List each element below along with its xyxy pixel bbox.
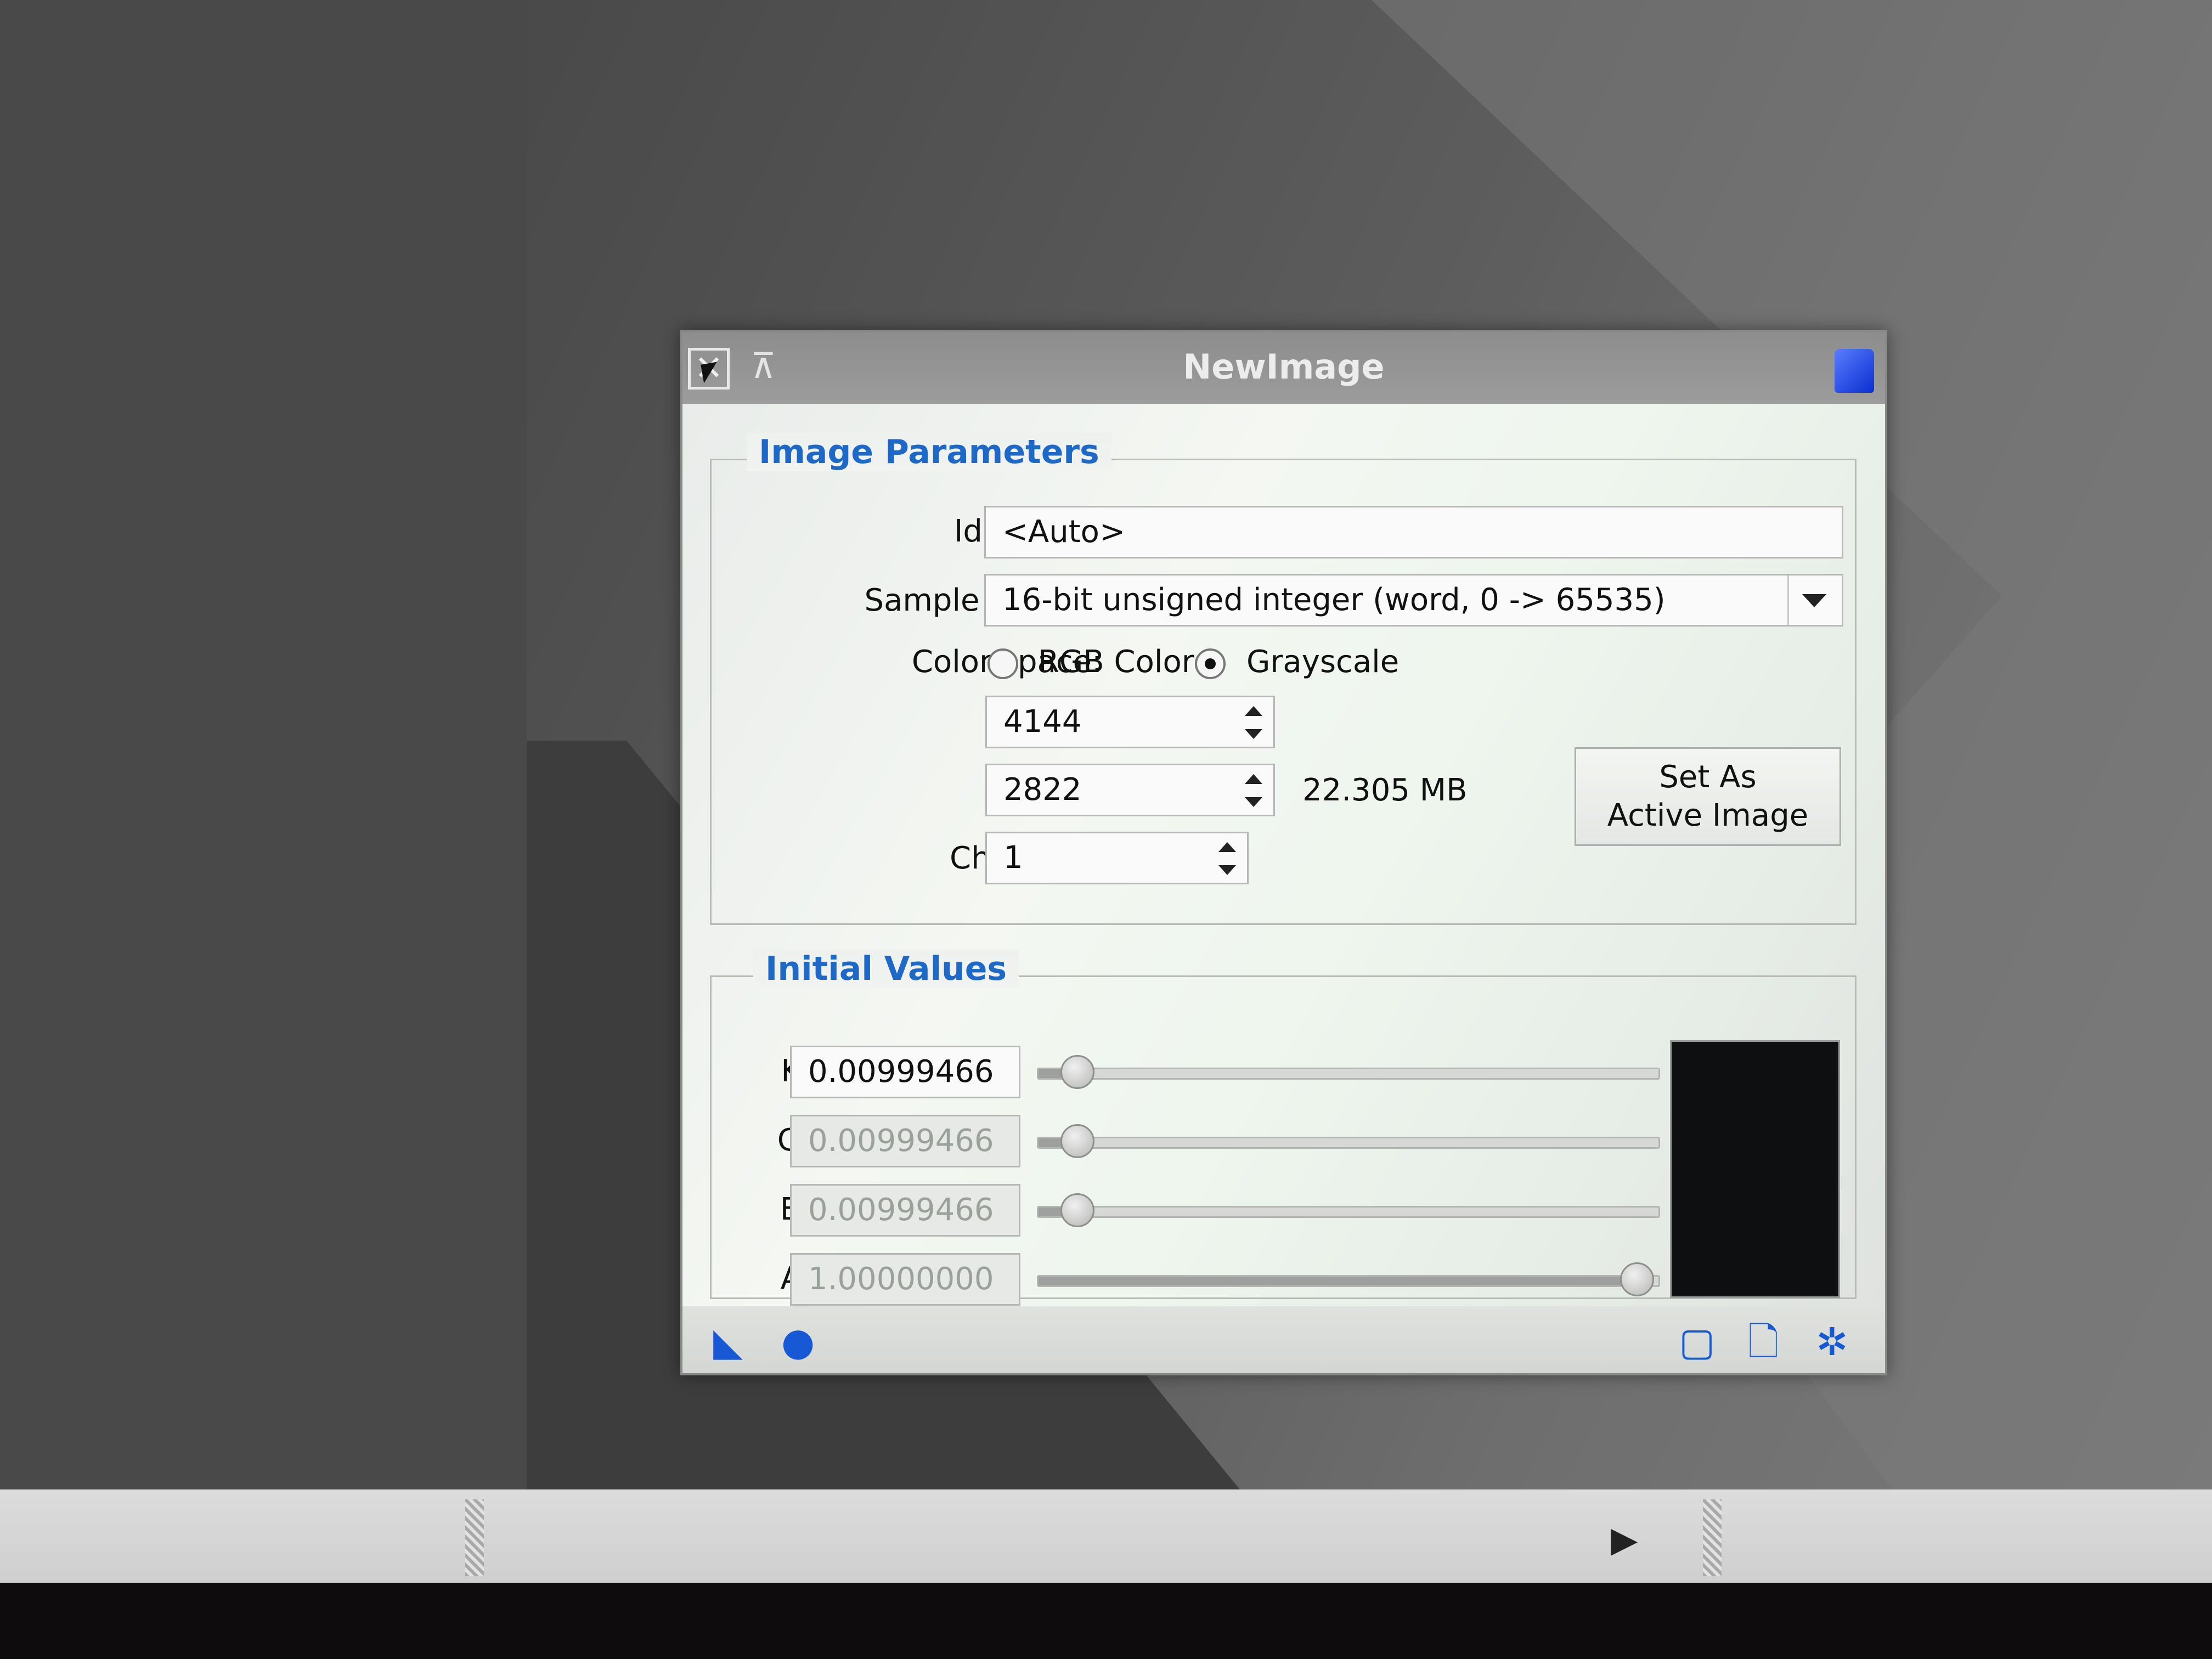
channels-spinbox[interactable]: 1	[985, 832, 1249, 884]
slider-fill	[1039, 1277, 1637, 1285]
dropdown-separator	[1787, 575, 1789, 625]
group-legend: Image Parameters	[747, 433, 1111, 471]
height-value: 2822	[1003, 772, 1082, 808]
height-stepper-icon[interactable]	[1237, 768, 1270, 814]
dialog-client: Image Parameters Identifier: <Auto> Samp…	[682, 404, 1885, 1306]
width-value: 4144	[1003, 704, 1082, 740]
chevron-down-icon[interactable]	[1802, 594, 1826, 607]
reset-icon[interactable]: ✲	[1816, 1323, 1848, 1361]
initial-value-input[interactable]: 0.00999466	[790, 1184, 1020, 1237]
width-spinbox[interactable]: 4144	[985, 696, 1275, 748]
radio-grayscale-label[interactable]: Grayscale	[1246, 644, 1399, 680]
slider-handle[interactable]	[1060, 1193, 1095, 1227]
cube-icon[interactable]	[1835, 349, 1874, 393]
initial-value-slider[interactable]	[1037, 1124, 1660, 1158]
play-icon[interactable]: ▶	[1611, 1522, 1638, 1558]
channels-value: 1	[1003, 840, 1023, 876]
slider-handle[interactable]	[1620, 1262, 1654, 1296]
new-instance-icon[interactable]: ◣	[713, 1323, 743, 1361]
identifier-input[interactable]: <Auto>	[984, 506, 1843, 558]
height-spinbox[interactable]: 2822	[985, 764, 1275, 816]
slider-handle[interactable]	[1060, 1055, 1095, 1089]
document-icon[interactable]: 🗋	[1748, 1323, 1779, 1361]
taskbar: ▶	[0, 1489, 2212, 1583]
radio-rgb-color[interactable]	[988, 648, 1018, 679]
desktop-shade	[0, 0, 527, 1489]
initial-value-input[interactable]: 0.00999466	[790, 1046, 1020, 1098]
set-as-active-image-button[interactable]: Set As Active Image	[1575, 747, 1841, 846]
radio-rgb-color-label[interactable]: RGB Color	[1038, 644, 1194, 680]
group-legend: Initial Values	[753, 950, 1019, 988]
initial-value-input[interactable]: 0.00999466	[790, 1115, 1020, 1167]
square-icon[interactable]: ▢	[1679, 1323, 1715, 1361]
title-bar[interactable]: ✕ ⊼ NewImage	[682, 332, 1885, 404]
taskbar-grip[interactable]	[465, 1499, 484, 1576]
apply-global-icon[interactable]: ●	[781, 1323, 815, 1361]
set-active-line1: Set As	[1659, 759, 1757, 795]
newimage-dialog: ✕ ⊼ NewImage Image Parameters Identifier…	[680, 330, 1887, 1375]
initial-value-input[interactable]: 1.00000000	[790, 1253, 1020, 1306]
image-size-text: 22.305 MB	[1302, 772, 1468, 808]
sample-format-select[interactable]: 16-bit unsigned integer (word, 0 -> 6553…	[984, 574, 1843, 627]
initial-value-slider[interactable]	[1037, 1055, 1660, 1089]
screen-bezel	[0, 1583, 2212, 1659]
taskbar-grip[interactable]	[1703, 1499, 1722, 1576]
initial-value-slider[interactable]	[1037, 1262, 1660, 1296]
sample-format-value: 16-bit unsigned integer (word, 0 -> 6553…	[1002, 582, 1666, 618]
radio-grayscale[interactable]	[1195, 648, 1226, 679]
dialog-title: NewImage	[1183, 347, 1385, 387]
slider-handle[interactable]	[1060, 1124, 1095, 1158]
width-stepper-icon[interactable]	[1237, 699, 1270, 746]
color-swatch	[1670, 1040, 1840, 1298]
channels-stepper-icon[interactable]	[1211, 836, 1244, 882]
bottom-toolbar: ◣ ● ▢ 🗋 ✲	[682, 1306, 1885, 1373]
set-active-line2: Active Image	[1607, 798, 1809, 833]
initial-value-slider[interactable]	[1037, 1193, 1660, 1227]
